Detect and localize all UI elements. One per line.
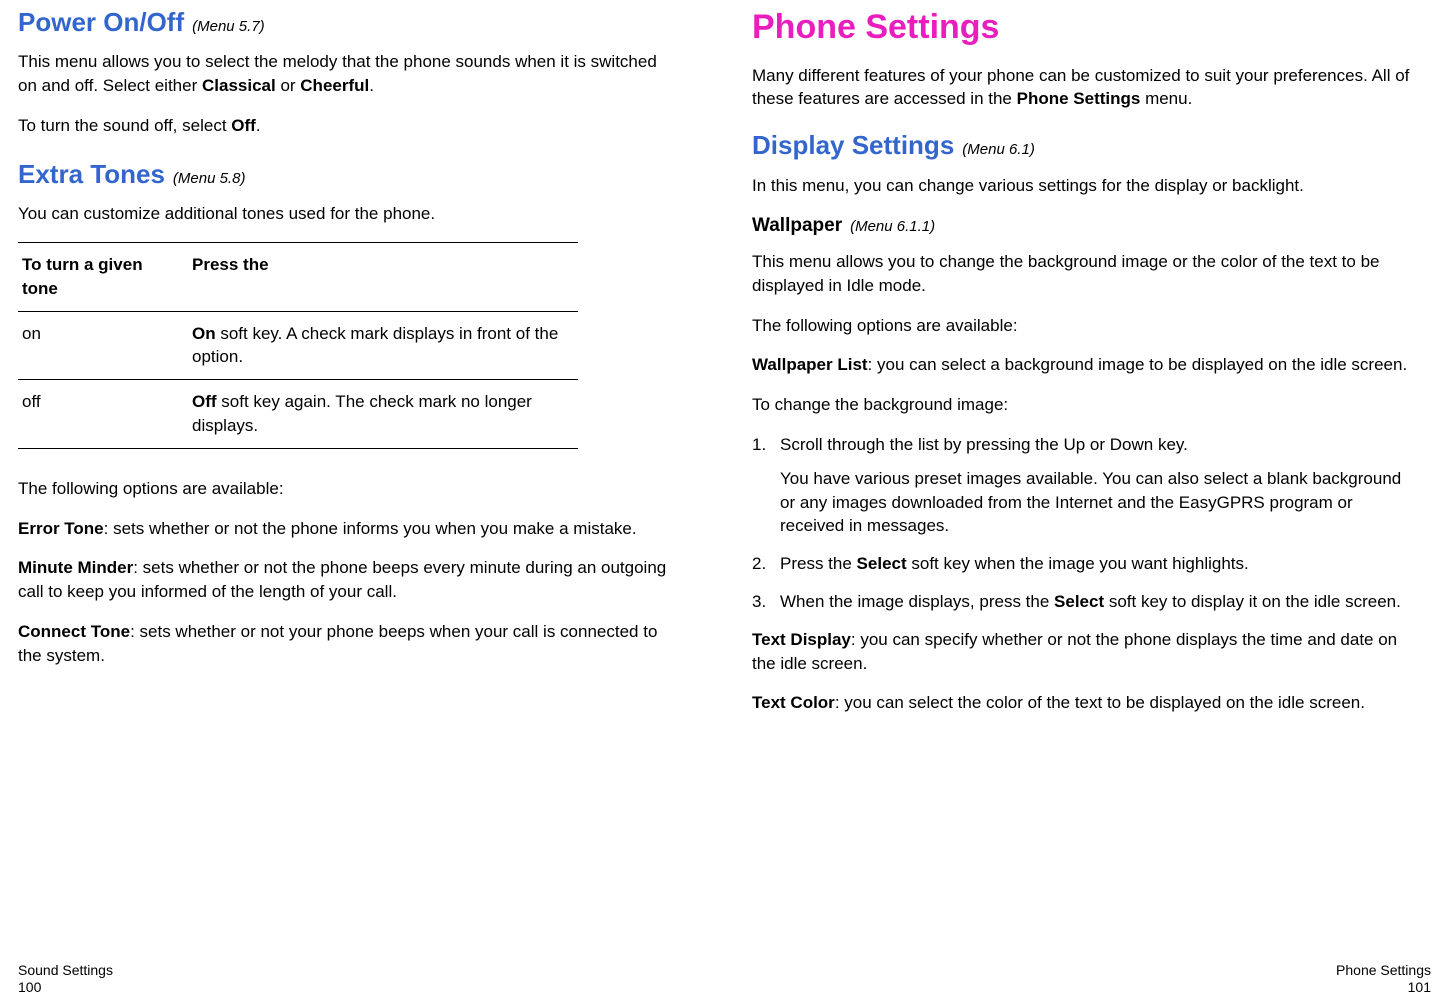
list-item: Press the Select soft key when the image… (752, 552, 1412, 576)
page-number: 100 (18, 979, 113, 996)
steps-list: Scroll through the list by pressing the … (752, 433, 1412, 614)
subsection-title: Wallpaper (752, 213, 842, 240)
text: : you can select a background image to b… (868, 355, 1408, 374)
term: Text Color (752, 693, 835, 712)
footer-right: Phone Settings 101 (1336, 962, 1431, 996)
body-text: To change the background image: (752, 393, 1412, 417)
term: Phone Settings (1017, 89, 1141, 108)
term: Cheerful (300, 76, 369, 95)
option-item: Minute Minder: sets whether or not the p… (18, 556, 678, 604)
option-item: Error Tone: sets whether or not the phon… (18, 517, 678, 541)
table-cell: on (18, 311, 188, 380)
body-text: In this menu, you can change various set… (752, 174, 1412, 198)
term: Error Tone (18, 519, 104, 538)
menu-ref: (Menu 5.7) (192, 16, 265, 37)
body-text: This menu allows you to change the backg… (752, 250, 1412, 298)
footer-left: Sound Settings 100 (18, 962, 113, 996)
term: Text Display (752, 630, 851, 649)
text: When the image displays, press the (780, 592, 1054, 611)
chapter-title: Phone Settings (752, 4, 1412, 52)
left-page: Power On/Off (Menu 5.7) This menu allows… (18, 0, 678, 684)
text: Press the (780, 554, 857, 573)
footer-label: Sound Settings (18, 962, 113, 979)
list-item: Scroll through the list by pressing the … (752, 433, 1412, 538)
text: To turn the sound off, select (18, 116, 231, 135)
display-settings-heading: Display Settings (Menu 6.1) (752, 127, 1412, 163)
text: menu. (1140, 89, 1192, 108)
option-item: Text Display: you can specify whether or… (752, 628, 1412, 676)
text: : you can select the color of the text t… (835, 693, 1365, 712)
text: . (256, 116, 261, 135)
table-cell: On soft key. A check mark displays in fr… (188, 311, 578, 380)
term: Off (231, 116, 256, 135)
text: soft key again. The check mark no longer… (192, 392, 532, 435)
option-item: Wallpaper List: you can select a backgro… (752, 353, 1412, 377)
body-text: This menu allows you to select the melod… (18, 50, 678, 98)
term: On (192, 324, 216, 343)
text: or (276, 76, 301, 95)
menu-ref: (Menu 5.8) (173, 168, 246, 189)
body-text: The following options are available: (18, 477, 678, 501)
body-text: Many different features of your phone ca… (752, 64, 1412, 112)
table-header: Press the (188, 242, 578, 311)
term: Minute Minder (18, 558, 133, 577)
term: Select (857, 554, 907, 573)
section-title: Display Settings (752, 127, 954, 163)
extra-tones-heading: Extra Tones (Menu 5.8) (18, 156, 678, 192)
text: . (369, 76, 374, 95)
body-text: You have various preset images available… (780, 467, 1412, 538)
table-row: off Off soft key again. The check mark n… (18, 380, 578, 449)
table-header-row: To turn a given tone Press the (18, 242, 578, 311)
text: Scroll through the list by pressing the … (780, 435, 1188, 454)
tone-table: To turn a given tone Press the on On sof… (18, 242, 578, 449)
text: soft key. A check mark displays in front… (192, 324, 558, 367)
table-cell: Off soft key again. The check mark no lo… (188, 380, 578, 449)
section-title: Power On/Off (18, 4, 184, 40)
text: : sets whether or not the phone informs … (104, 519, 637, 538)
option-item: Connect Tone: sets whether or not your p… (18, 620, 678, 668)
list-item: When the image displays, press the Selec… (752, 590, 1412, 614)
text: soft key to display it on the idle scree… (1104, 592, 1401, 611)
table-header: To turn a given tone (18, 242, 188, 311)
menu-ref: (Menu 6.1.1) (850, 216, 935, 237)
footer-label: Phone Settings (1336, 962, 1431, 979)
term: Select (1054, 592, 1104, 611)
term: Wallpaper List (752, 355, 868, 374)
wallpaper-heading: Wallpaper (Menu 6.1.1) (752, 213, 1412, 240)
body-text: To turn the sound off, select Off. (18, 114, 678, 138)
term: Classical (202, 76, 276, 95)
body-text: You can customize additional tones used … (18, 202, 678, 226)
menu-ref: (Menu 6.1) (962, 139, 1035, 160)
option-item: Text Color: you can select the color of … (752, 691, 1412, 715)
body-text: The following options are available: (752, 314, 1412, 338)
power-onoff-heading: Power On/Off (Menu 5.7) (18, 4, 678, 40)
term: Off (192, 392, 217, 411)
term: Connect Tone (18, 622, 130, 641)
text: soft key when the image you want highlig… (907, 554, 1249, 573)
table-cell: off (18, 380, 188, 449)
section-title: Extra Tones (18, 156, 165, 192)
right-page: Phone Settings Many different features o… (752, 0, 1412, 731)
page-number: 101 (1336, 979, 1431, 996)
table-row: on On soft key. A check mark displays in… (18, 311, 578, 380)
